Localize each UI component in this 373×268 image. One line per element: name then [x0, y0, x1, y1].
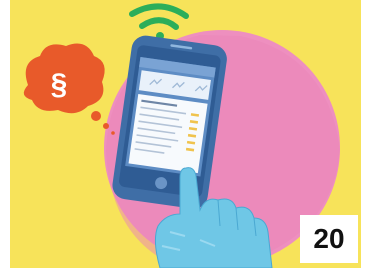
paragraph-symbol: § [50, 68, 68, 101]
page-number-badge: 20 [300, 215, 358, 263]
illustration: § 20 [10, 0, 361, 268]
wifi-icon [129, 3, 189, 40]
